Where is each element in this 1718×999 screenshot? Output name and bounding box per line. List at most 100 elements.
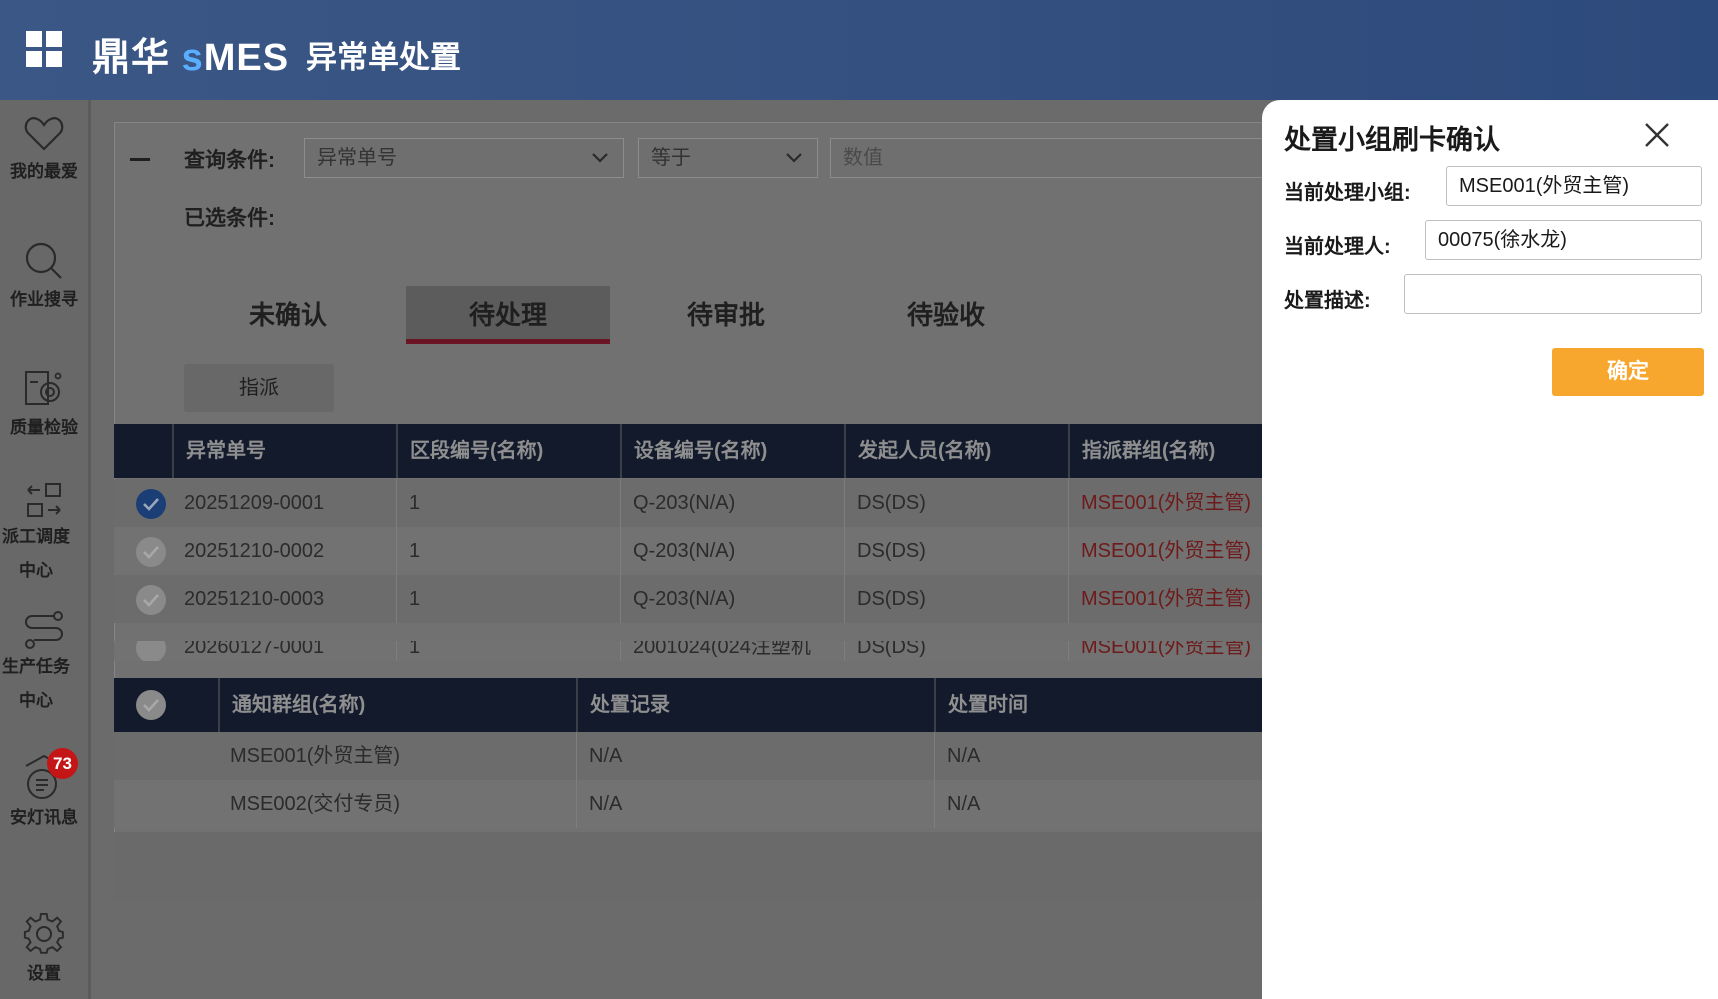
column-header[interactable]: 异常单号	[172, 424, 394, 478]
exception-no-cell: 20260127-0001	[184, 641, 325, 658]
row-checkbox[interactable]	[136, 537, 166, 567]
exception-no-cell: 20251210-0002	[184, 540, 325, 562]
check-icon	[143, 699, 159, 712]
tab-acceptance[interactable]: 待验收	[844, 286, 1048, 344]
column-header[interactable]: 指派群组(名称)	[1068, 424, 1264, 478]
table-row[interactable]: MSE002(交付专员) N/A N/A	[114, 780, 1264, 828]
sidebar-item-tasks[interactable]: 生产任务中心	[0, 610, 88, 718]
exception-table-header: 异常单号 区段编号(名称) 设备编号(名称) 发起人员(名称) 指派群组(名称)	[114, 424, 1264, 478]
query-field-value: 异常单号	[317, 147, 397, 169]
initiator-cell: DS(DS)	[844, 479, 1068, 527]
table-row[interactable]: 20251210-0002 1 Q-203(N/A) DS(DS) MSE001…	[114, 527, 1264, 575]
section-cell: 1	[396, 527, 620, 575]
table-footer	[114, 832, 1264, 900]
selected-conditions-label: 已选条件:	[184, 207, 275, 230]
sidebar-item-label: 设置	[27, 964, 61, 983]
section-cell: 1	[396, 479, 620, 527]
section-cell: 1	[396, 641, 620, 661]
equipment-cell: Q-203(N/A)	[620, 527, 844, 575]
task-flow-icon	[25, 611, 63, 649]
query-field-select[interactable]: 异常单号	[304, 138, 624, 178]
record-cell: N/A	[576, 732, 934, 780]
column-header[interactable]: 处置时间	[934, 678, 1264, 732]
section-cell: 1	[396, 575, 620, 623]
time-cell: N/A	[934, 780, 1264, 828]
row-checkbox[interactable]	[136, 641, 166, 661]
app-grid-icon[interactable]	[26, 31, 62, 67]
sidebar-item-favorites[interactable]: 我的最爱	[0, 112, 88, 190]
assigned-group-cell: MSE001(外贸主管)	[1068, 641, 1264, 661]
query-operator-value: 等于	[651, 147, 691, 169]
row-checkbox[interactable]	[136, 585, 166, 615]
chevron-down-icon	[786, 153, 802, 163]
sidebar-item-label: 生产任务中心	[2, 657, 70, 710]
assigned-group-cell: MSE001(外贸主管)	[1068, 479, 1264, 527]
description-label: 处置描述:	[1284, 290, 1371, 312]
table-row[interactable]: 20251209-0001 1 Q-203(N/A) DS(DS) MSE001…	[114, 479, 1264, 527]
exception-no-cell: 20251210-0003	[184, 588, 325, 610]
sidebar: 我的最爱 作业搜寻 质量检验 派工调度中心 生产任务中心 73 安灯讯息 设置	[0, 100, 88, 999]
sidebar-item-label: 派工调度中心	[2, 527, 70, 580]
sidebar-item-label: 安灯讯息	[10, 808, 78, 827]
assigned-group-cell: MSE001(外贸主管)	[1068, 527, 1264, 575]
table-row[interactable]: MSE001(外贸主管) N/A N/A	[114, 732, 1264, 780]
row-checkbox[interactable]	[136, 489, 166, 519]
dialog-title: 处置小组刷卡确认	[1284, 125, 1500, 155]
table-row[interactable]: 20251210-0003 1 Q-203(N/A) DS(DS) MSE001…	[114, 575, 1264, 623]
quality-inspection-icon	[25, 371, 62, 405]
description-input[interactable]	[1404, 274, 1702, 314]
sidebar-item-search[interactable]: 作业搜寻	[0, 240, 88, 318]
current-handler-field[interactable]: 00075(徐水龙)	[1425, 220, 1702, 260]
current-group-field[interactable]: MSE001(外贸主管)	[1446, 166, 1702, 206]
sidebar-item-label: 质量检验	[10, 418, 78, 437]
time-cell: N/A	[934, 732, 1264, 780]
equipment-cell: Q-203(N/A)	[620, 575, 844, 623]
chevron-down-icon	[592, 153, 608, 163]
table-row[interactable]: 20260127-0001 1 2001024(024注塑机 DS(DS) MS…	[114, 641, 1264, 661]
query-operator-select[interactable]: 等于	[638, 138, 818, 178]
table-scroll-clip: 20260127-0001 1 2001024(024注塑机 DS(DS) MS…	[114, 641, 1264, 661]
sidebar-divider	[88, 100, 91, 999]
check-icon	[143, 546, 159, 559]
initiator-cell: DS(DS)	[844, 527, 1068, 575]
initiator-cell: DS(DS)	[844, 575, 1068, 623]
tab-pending[interactable]: 待处理	[406, 286, 610, 344]
check-icon	[143, 594, 159, 607]
heart-icon	[24, 117, 64, 151]
sidebar-item-label: 我的最爱	[10, 162, 78, 181]
dispatch-icon	[27, 483, 61, 517]
top-bar: 鼎华 sMES 异常单处置	[0, 0, 1718, 100]
select-all-checkbox[interactable]	[136, 690, 166, 720]
tab-unconfirmed[interactable]: 未确认	[186, 286, 390, 344]
confirm-button[interactable]: 确定	[1552, 348, 1704, 396]
sidebar-item-dispatch[interactable]: 派工调度中心	[0, 480, 88, 588]
sidebar-item-settings[interactable]: 设置	[0, 912, 88, 992]
equipment-cell: Q-203(N/A)	[620, 479, 844, 527]
search-icon	[25, 242, 62, 279]
assigned-group-cell: MSE001(外贸主管)	[1068, 575, 1264, 623]
assign-button[interactable]: 指派	[184, 364, 334, 412]
tab-approval[interactable]: 待审批	[624, 286, 828, 344]
column-header[interactable]: 通知群组(名称)	[218, 678, 576, 732]
query-value-input[interactable]: 数值	[830, 138, 1264, 178]
notify-group-cell: MSE001(外贸主管)	[230, 745, 401, 767]
brand-logo: 鼎华 sMES	[92, 37, 290, 79]
column-header[interactable]: 设备编号(名称)	[620, 424, 844, 478]
column-header[interactable]: 处置记录	[576, 678, 934, 732]
query-label: 查询条件:	[184, 149, 275, 172]
column-header[interactable]: 发起人员(名称)	[844, 424, 1068, 478]
notify-table-header: 通知群组(名称) 处置记录 处置时间	[114, 678, 1264, 732]
group-label: 当前处理小组:	[1284, 182, 1411, 204]
initiator-cell: DS(DS)	[844, 641, 1068, 661]
notification-badge: 73	[47, 748, 78, 779]
close-icon[interactable]	[1642, 120, 1672, 150]
notify-group-cell: MSE002(交付专员)	[230, 793, 401, 815]
main-panel: 查询条件: 异常单号 等于 数值 已选条件: 未确认 待处理 待审批 待验收 指…	[114, 122, 1264, 900]
sidebar-item-quality[interactable]: 质量检验	[0, 368, 88, 446]
gear-icon	[23, 912, 64, 954]
column-header[interactable]: 区段编号(名称)	[396, 424, 620, 478]
sidebar-item-andon[interactable]: 73 安灯讯息	[0, 748, 88, 836]
collapse-toggle[interactable]	[130, 158, 150, 161]
exception-no-cell: 20251209-0001	[184, 492, 325, 514]
equipment-cell: 2001024(024注塑机	[620, 641, 844, 661]
